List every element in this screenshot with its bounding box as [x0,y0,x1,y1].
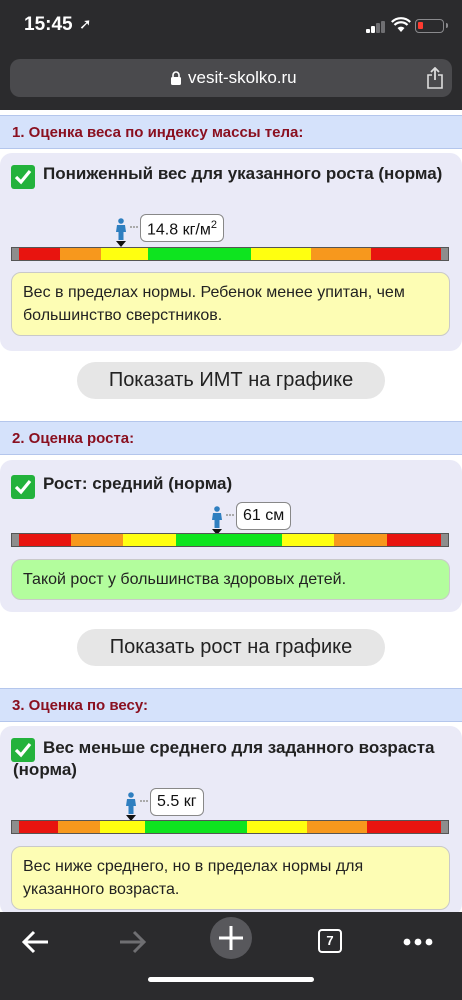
back-arrow-icon[interactable] [14,920,58,964]
status-time: 15:45 [24,14,73,35]
section-header-label: 3. Оценка по весу: [12,697,149,714]
bmi-card: Пониженный вес для указанного роста (нор… [0,153,462,351]
show-bmi-chart-button[interactable]: Показать ИМТ на графике [77,362,385,399]
forward-arrow-icon[interactable] [110,920,154,964]
height-scale-bar [11,533,449,547]
height-note: Такой рост у большинства здоровых детей. [11,559,450,600]
cellular-signal-icon [366,21,386,33]
address-bar[interactable]: vesit-skolko.ru [10,59,452,97]
lock-icon [171,71,181,85]
bmi-note: Вес в пределах нормы. Ребенок менее упит… [11,272,450,336]
section-header-height: 2. Оценка роста: [0,421,462,455]
home-indicator[interactable] [148,977,314,982]
weight-card: Вес меньше среднего для заданного возрас… [0,726,462,912]
tabs-count-button[interactable]: 7 [318,929,342,953]
child-figure-icon [126,792,136,814]
section-header-weight: 3. Оценка по весу: [0,688,462,722]
share-icon[interactable] [426,67,444,89]
bmi-status-title: Пониженный вес для указанного роста (нор… [43,164,443,183]
more-options-icon[interactable] [396,920,440,964]
new-tab-plus-icon[interactable] [209,916,253,960]
section-header-label: 1. Оценка веса по индексу массы тела: [12,124,304,141]
weight-note: Вес ниже среднего, но в пределах нормы д… [11,846,450,910]
status-bar: 15:45 ➚ [0,0,462,50]
height-status-title: Рост: средний (норма) [43,474,233,493]
child-figure-icon [116,218,126,240]
bmi-scale-bar [11,247,449,261]
height-value: 61 см [236,502,292,530]
child-figure-icon [212,506,222,528]
location-arrow-icon: ➚ [79,16,92,33]
weight-value: 5.5 кг [150,788,204,816]
section-header-bmi: 1. Оценка веса по индексу массы тела: [0,115,462,149]
weight-status-title: Вес меньше среднего для заданного возрас… [13,738,435,779]
dotted-connector [140,800,148,802]
section-header-label: 2. Оценка роста: [12,430,135,447]
weight-scale-bar [11,820,449,834]
page-content: 1. Оценка веса по индексу массы тела: По… [0,110,462,912]
dotted-connector [130,226,138,228]
battery-icon [415,19,448,33]
url-text: vesit-skolko.ru [188,68,297,87]
height-card: Рост: средний (норма) 61 см Такой рост у… [0,460,462,612]
wifi-icon [391,17,411,32]
bmi-value: 14.8 кг/м2 [140,214,224,242]
browser-toolbar: 7 [0,912,462,1000]
dotted-connector [226,514,234,516]
show-height-chart-button[interactable]: Показать рост на графике [77,629,385,666]
